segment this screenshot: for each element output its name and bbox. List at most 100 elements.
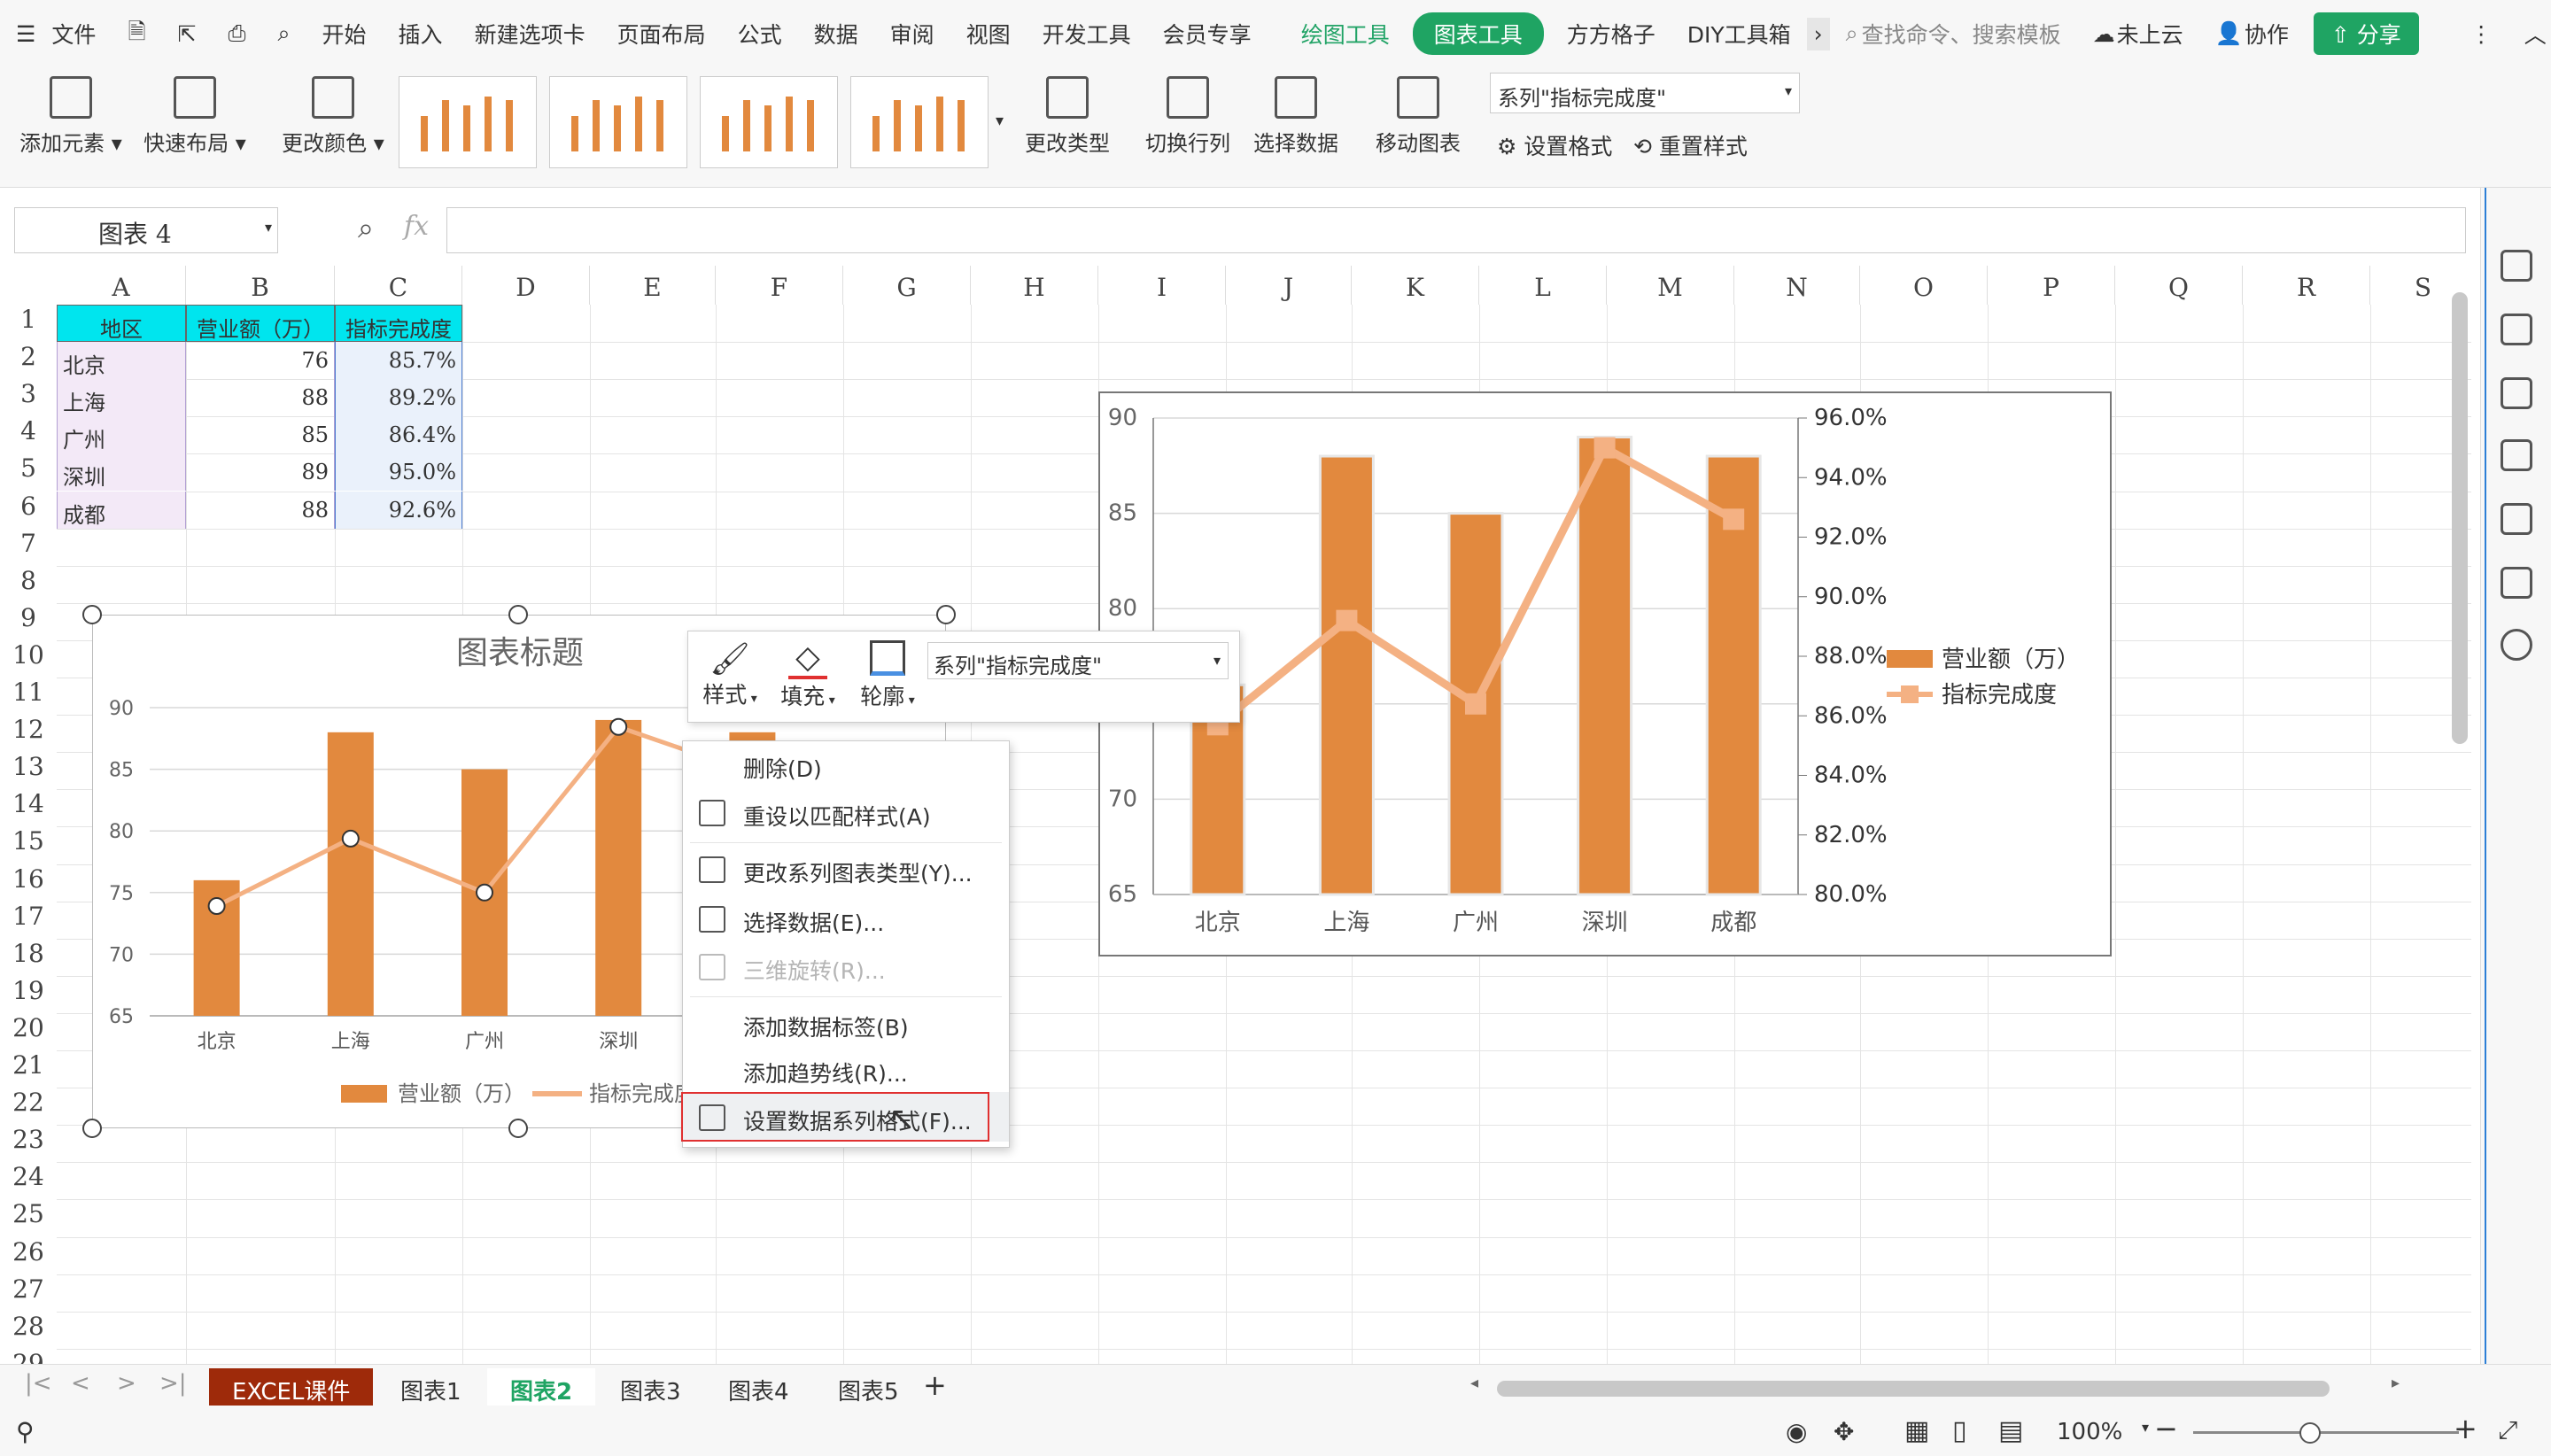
page-break-view-icon[interactable]: ▤	[1998, 1415, 2023, 1446]
prev-sheet-icon[interactable]: <	[71, 1370, 90, 1397]
column-header[interactable]: K	[1352, 266, 1479, 305]
chart-style-3[interactable]	[700, 76, 838, 168]
resize-handle[interactable]	[936, 605, 956, 624]
menu-select-data[interactable]: 选择数据(E)...	[743, 906, 884, 938]
last-sheet-icon[interactable]: >|	[159, 1370, 187, 1397]
tab-member[interactable]: 会员专享	[1147, 18, 1268, 50]
lightning-icon[interactable]	[2501, 629, 2532, 661]
hamburger-icon[interactable]: ☰	[0, 21, 51, 47]
vertical-scrollbar[interactable]	[2445, 292, 2473, 1355]
row-header[interactable]: 1	[0, 305, 57, 342]
transform-icon[interactable]	[2501, 439, 2532, 471]
table-cell[interactable]: 88	[186, 491, 335, 529]
row-header[interactable]: 7	[0, 529, 57, 566]
macro-icon[interactable]: ⚲	[16, 1417, 35, 1446]
table-cell[interactable]: 76	[186, 342, 335, 380]
add-sheet-icon[interactable]: +	[923, 1368, 947, 1402]
column-header[interactable]: H	[971, 266, 1098, 305]
preview-icon[interactable]: ⌕	[262, 20, 306, 47]
column-header[interactable]: N	[1734, 266, 1860, 305]
center-view-icon[interactable]: ✥	[1834, 1417, 1854, 1446]
zoom-slider-thumb[interactable]	[2299, 1422, 2321, 1444]
row-header[interactable]: 18	[0, 939, 57, 976]
normal-view-icon[interactable]: ▦	[1904, 1415, 1929, 1446]
column-header[interactable]: F	[716, 266, 843, 305]
tab-home[interactable]: 开始	[306, 18, 383, 50]
tab-data[interactable]: 数据	[798, 18, 874, 50]
table-cell[interactable]: 成都	[57, 491, 186, 529]
next-sheet-icon[interactable]: >	[117, 1370, 136, 1397]
row-header[interactable]: 27	[0, 1274, 57, 1312]
tab-page-layout[interactable]: 页面布局	[601, 18, 722, 50]
table-cell[interactable]: 95.0%	[335, 453, 462, 492]
tab-diy[interactable]: DIY工具箱	[1671, 18, 1807, 50]
column-header[interactable]: R	[2243, 266, 2370, 305]
column-header[interactable]: L	[1479, 266, 1607, 305]
row-header[interactable]: 19	[0, 976, 57, 1013]
switch-rowcol-button[interactable]: 切换行列	[1139, 76, 1237, 157]
table-cell[interactable]: 上海	[57, 379, 186, 417]
gallery-icon[interactable]	[2501, 503, 2532, 535]
sliders-icon[interactable]	[2501, 377, 2532, 409]
eye-protect-icon[interactable]: ◉	[1786, 1417, 1807, 1446]
zoom-out-icon[interactable]: −	[2154, 1412, 2178, 1445]
column-header[interactable]: P	[1988, 266, 2115, 305]
fill-button[interactable]: ◇ 填充 ▾	[777, 640, 839, 711]
table-cell[interactable]: 86.4%	[335, 416, 462, 454]
row-header[interactable]: 4	[0, 416, 57, 453]
table-cell[interactable]: 广州	[57, 416, 186, 454]
table-cell[interactable]: 89	[186, 453, 335, 492]
gallery-more-icon[interactable]: ▾	[996, 112, 1004, 130]
tab-draw-tools[interactable]: 绘图工具	[1285, 18, 1406, 50]
chevron-right-icon[interactable]: ›	[1806, 17, 1830, 50]
menu-add-trendline[interactable]: 添加趋势线(R)...	[743, 1057, 908, 1088]
series-select[interactable]: 系列"指标完成度" ▾	[1490, 73, 1800, 113]
print-icon[interactable]: ⎙	[213, 20, 262, 47]
horizontal-scrollbar[interactable]: ◂ ▸	[1470, 1372, 2409, 1404]
resize-handle[interactable]	[82, 1119, 102, 1138]
book-icon[interactable]	[2501, 567, 2532, 599]
column-header[interactable]: A	[57, 266, 186, 305]
column-header[interactable]: J	[1226, 266, 1352, 305]
row-header[interactable]: 8	[0, 566, 57, 603]
row-header[interactable]: 23	[0, 1125, 57, 1162]
sheet-tab-chart3[interactable]: 图表3	[597, 1368, 704, 1406]
row-header[interactable]: 29	[0, 1349, 57, 1364]
row-header[interactable]: 28	[0, 1312, 57, 1349]
tab-review[interactable]: 审阅	[874, 18, 950, 50]
resize-handle[interactable]	[508, 1119, 528, 1138]
row-header[interactable]: 25	[0, 1199, 57, 1236]
change-type-button[interactable]: 更改类型	[1019, 76, 1116, 157]
save-icon[interactable]: 🗎	[112, 15, 161, 53]
chart-style-1[interactable]	[399, 76, 537, 168]
change-color-button[interactable]: 更改颜色 ▾	[280, 76, 386, 157]
column-header[interactable]: I	[1098, 266, 1226, 305]
zoom-level[interactable]: 100%	[2057, 1419, 2122, 1445]
menu-add-data-labels[interactable]: 添加数据标签(B)	[743, 1011, 909, 1042]
menu-delete[interactable]: 删除(D)	[743, 752, 822, 784]
zoom-slider[interactable]	[2193, 1431, 2459, 1434]
row-header[interactable]: 12	[0, 715, 57, 752]
zoom-in-icon[interactable]: +	[2454, 1412, 2477, 1445]
sheet-tab-chart4[interactable]: 图表4	[705, 1368, 812, 1406]
table-cell[interactable]: 深圳	[57, 453, 186, 492]
collapse-ribbon-icon[interactable]: ︿	[2508, 18, 2551, 50]
menu-reset-style[interactable]: 重设以匹配样式(A)	[743, 800, 931, 832]
row-header[interactable]: 22	[0, 1088, 57, 1125]
series-dropdown[interactable]: 系列"指标完成度" ▾	[927, 642, 1229, 679]
name-box[interactable]: 图表 4 ▾	[14, 207, 278, 253]
export-icon[interactable]: ⇱	[162, 21, 213, 47]
row-header[interactable]: 14	[0, 789, 57, 826]
tab-formula[interactable]: 公式	[722, 18, 798, 50]
pointer-icon[interactable]	[2501, 314, 2532, 345]
collab-button[interactable]: 协作	[2245, 18, 2305, 50]
row-header[interactable]: 20	[0, 1013, 57, 1050]
column-header[interactable]: E	[590, 266, 716, 305]
column-header[interactable]: B	[186, 266, 335, 305]
table-cell[interactable]: 92.6%	[335, 491, 462, 529]
sheet-tab-chart2[interactable]: 图表2	[487, 1368, 596, 1406]
fullscreen-icon[interactable]: ⤢	[2498, 1415, 2517, 1445]
style-button[interactable]: 🖌 样式 ▾	[699, 640, 761, 709]
page-layout-view-icon[interactable]: ▯	[1952, 1415, 1967, 1446]
table-cell[interactable]: 88	[186, 379, 335, 417]
